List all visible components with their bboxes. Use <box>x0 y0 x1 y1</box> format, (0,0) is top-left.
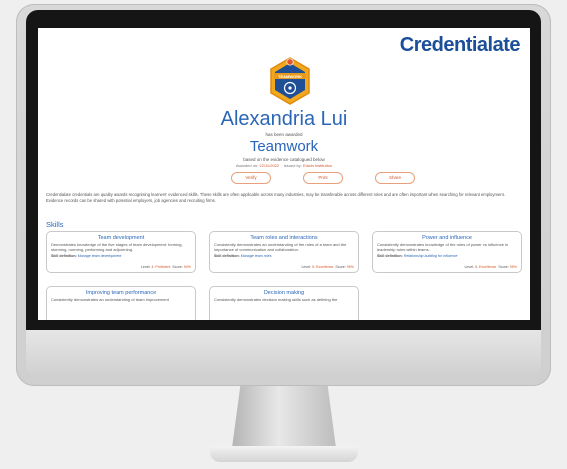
based-text: based on the evidence catalogued below <box>243 157 325 162</box>
skill-card-team-roles[interactable]: Team roles and interactions Consistently… <box>209 231 359 273</box>
skill-card-decision-making[interactable]: Decision making Consistently demonstrate… <box>209 286 359 320</box>
recipient-name: Alexandria Lui <box>220 108 348 130</box>
screen: Credentialate TEAMWORK Alexandria Lui ha… <box>38 28 530 320</box>
skill-definition: Skill definition: Relationship building … <box>377 254 458 258</box>
issued-by-label: Issued by: <box>283 163 302 168</box>
share-button[interactable]: Share <box>375 172 415 184</box>
awarded-on-label: Awarded on: <box>235 163 259 168</box>
skill-definition: Skill definition: Manage team developmen… <box>51 254 122 258</box>
brand-logo: Credentialate <box>399 34 521 56</box>
skill-definition-link[interactable]: Relationship building for influence <box>404 254 458 258</box>
skills-heading: Skills <box>46 220 64 229</box>
skill-level: Level: 4: Proficient Score: 90% <box>140 265 191 269</box>
skill-title: Power and influence <box>422 235 472 241</box>
skill-description: Consistently demonstrates an understandi… <box>214 242 347 252</box>
issued-by-value: Edwin Institution <box>302 163 333 168</box>
skill-level: Level: 5: Excellence Score: 95% <box>464 265 517 269</box>
awarded-text: has been awarded <box>265 132 303 137</box>
monitor-base <box>210 446 358 462</box>
skill-description: Consistently demonstrates knowledge of t… <box>377 242 509 252</box>
teamwork-badge: TEAMWORK <box>270 57 310 105</box>
skill-definition-link[interactable]: Manage team roles <box>241 254 272 258</box>
badge-label: TEAMWORK <box>278 74 302 79</box>
credential-description: Credentialate credentials are quality aw… <box>46 192 505 203</box>
skill-definition: Skill definition: Manage team roles <box>214 254 272 258</box>
monitor-chin <box>26 330 541 378</box>
monitor-stand <box>232 386 336 448</box>
awarded-on-value: 22/11/2022 <box>259 163 280 168</box>
print-button[interactable]: Print <box>303 172 343 184</box>
skill-card-power-influence[interactable]: Power and influence Consistently demonst… <box>372 231 522 273</box>
skill-title: Team development <box>97 235 145 241</box>
skill-card-team-development[interactable]: Team development Demonstrates knowledge … <box>46 231 196 273</box>
skill-title: Decision making <box>263 290 305 296</box>
skill-description: Consistently demonstrates an understandi… <box>51 297 169 302</box>
award-meta: Awarded on: 22/11/2022 Issued by: Edwin … <box>38 163 530 168</box>
skill-description: Demonstrates knowledge of the five stage… <box>51 242 183 252</box>
verify-button[interactable]: Verify <box>231 172 271 184</box>
skill-level: Level: 5: Excellence Score: 95% <box>301 265 354 269</box>
skill-title: Improving team performance <box>85 290 157 296</box>
skill-description: Consistently demonstrates decision makin… <box>214 297 338 302</box>
skill-card-improving-performance[interactable]: Improving team performance Consistently … <box>46 286 196 320</box>
credential-title: Teamwork <box>249 138 319 155</box>
skill-title: Team roles and interactions <box>250 235 318 241</box>
skill-definition-link[interactable]: Manage team development <box>78 254 122 258</box>
